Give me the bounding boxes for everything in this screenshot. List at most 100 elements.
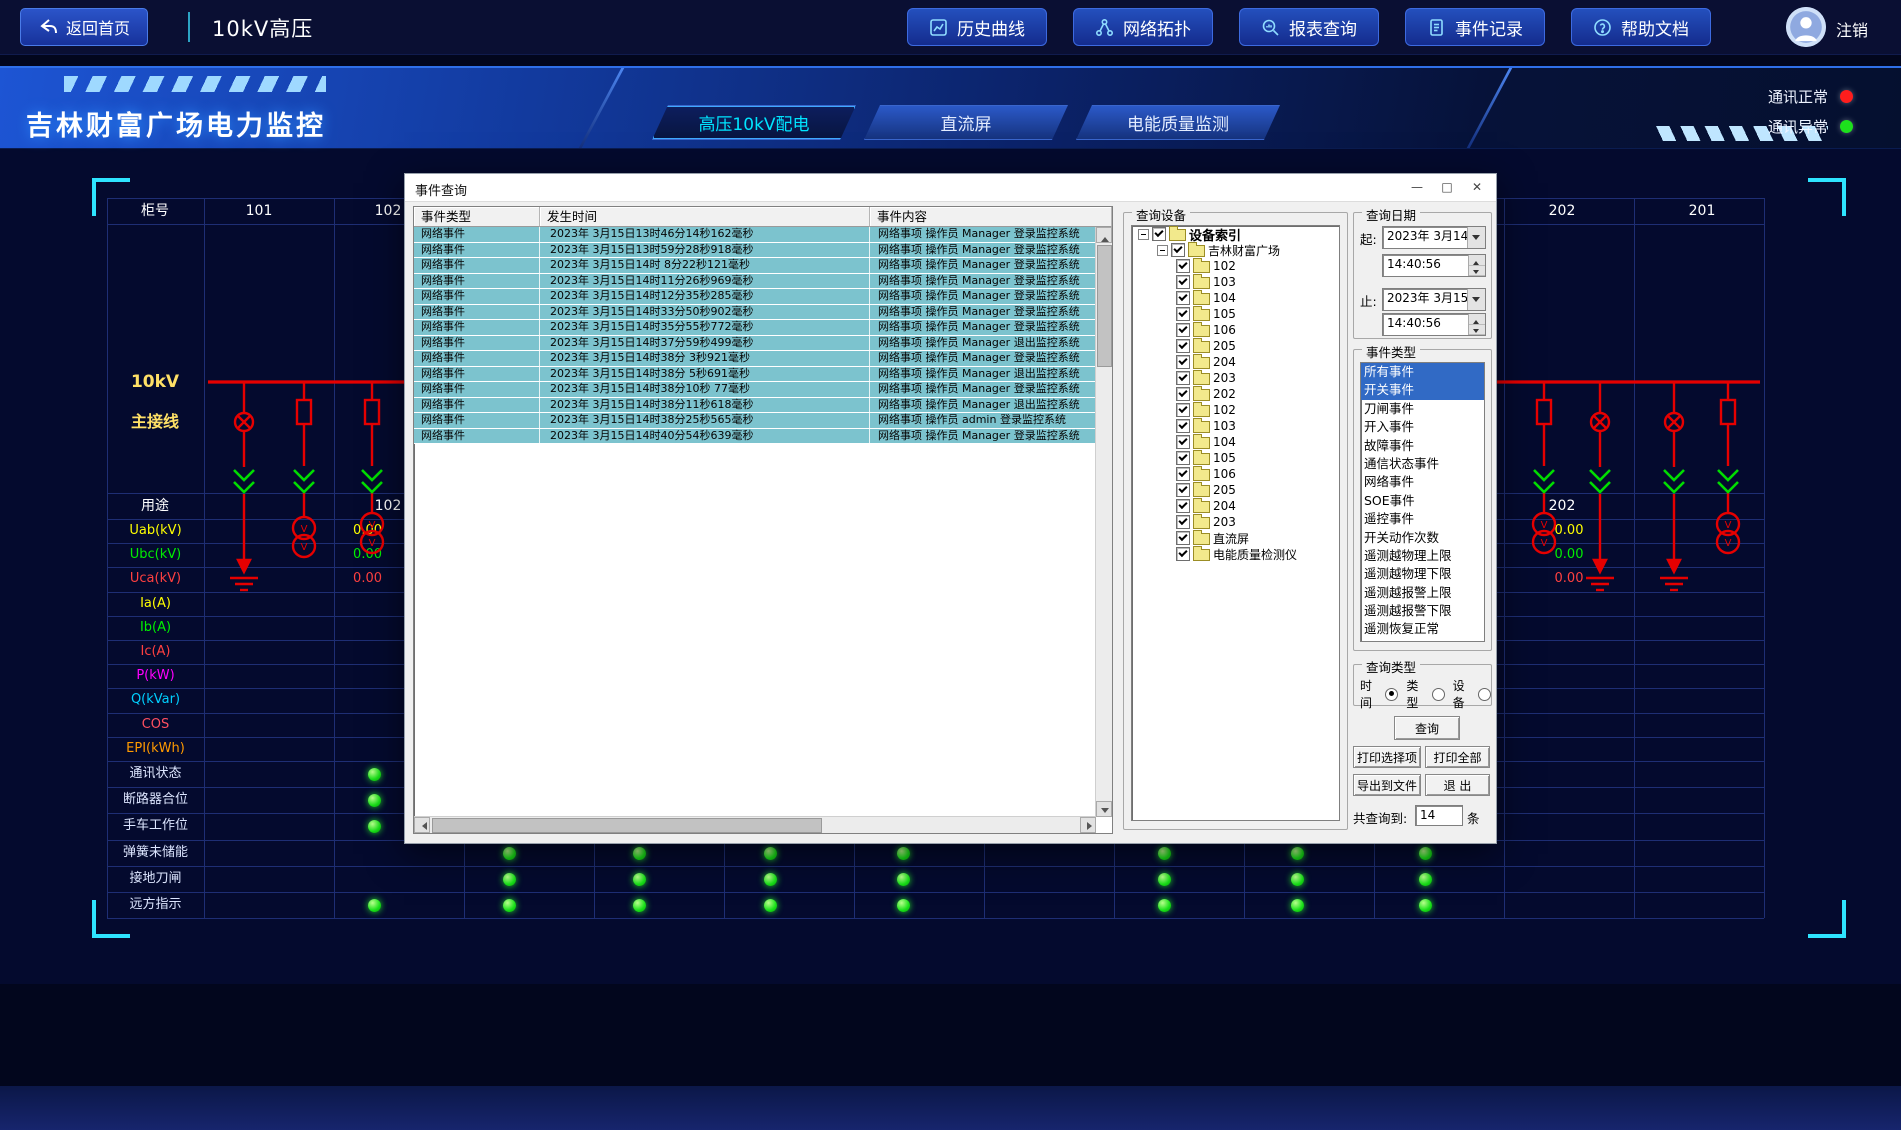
event-type-option[interactable]: SOE事件 [1361, 492, 1484, 510]
vertical-scrollbar[interactable] [1095, 227, 1112, 817]
query-button[interactable]: 查询 [1394, 716, 1460, 740]
checkbox[interactable] [1176, 515, 1190, 529]
checkbox[interactable] [1176, 259, 1190, 273]
tree-item[interactable]: 103 [1132, 274, 1339, 290]
event-row[interactable]: 网络事件 2023年 3月15日14时11分26秒969毫秒 网络事项 操作员 … [414, 274, 1096, 290]
checkbox[interactable] [1176, 531, 1190, 545]
expander-icon[interactable] [1157, 245, 1168, 256]
event-row[interactable]: 网络事件 2023年 3月15日14时35分55秒772毫秒 网络事项 操作员 … [414, 320, 1096, 336]
scroll-down-icon[interactable] [1096, 801, 1112, 817]
tree-item[interactable]: 设备索引 [1132, 226, 1339, 242]
start-time-spinner[interactable]: 14:40:56 [1382, 254, 1486, 277]
event-row[interactable]: 网络事件 2023年 3月15日13时59分28秒918毫秒 网络事项 操作员 … [414, 243, 1096, 259]
tree-item[interactable]: 203 [1132, 514, 1339, 530]
event-row[interactable]: 网络事件 2023年 3月15日13时46分14秒162毫秒 网络事项 操作员 … [414, 227, 1096, 243]
checkbox[interactable] [1176, 403, 1190, 417]
column-header[interactable]: 事件类型 [414, 207, 540, 227]
end-time-spinner[interactable]: 14:40:56 [1382, 313, 1486, 336]
column-header[interactable]: 发生时间 [540, 207, 870, 227]
event-type-option[interactable]: 故障事件 [1361, 437, 1484, 455]
dialog-titlebar[interactable]: 事件查询 — □ ✕ [405, 174, 1496, 202]
event-type-option[interactable]: 所有事件 [1361, 363, 1484, 381]
tree-item[interactable]: 直流屏 [1132, 530, 1339, 546]
checkbox[interactable] [1152, 227, 1166, 241]
event-row[interactable]: 网络事件 2023年 3月15日14时38分 5秒691毫秒 网络事项 操作员 … [414, 367, 1096, 383]
event-row[interactable]: 网络事件 2023年 3月15日14时38分25秒565毫秒 网络事项 操作员 … [414, 413, 1096, 429]
event-row[interactable]: 网络事件 2023年 3月15日14时37分59秒499毫秒 网络事项 操作员 … [414, 336, 1096, 352]
export-file-button[interactable]: 导出到文件 [1353, 774, 1421, 796]
network-topology-button[interactable]: 网络拓扑 [1073, 8, 1213, 46]
checkbox[interactable] [1176, 499, 1190, 513]
column-header[interactable]: 事件内容 [870, 207, 1112, 227]
event-row[interactable]: 网络事件 2023年 3月15日14时 8分22秒121毫秒 网络事项 操作员 … [414, 258, 1096, 274]
tab[interactable]: 电能质量监测 [1076, 105, 1280, 140]
event-type-option[interactable]: 遥测越报警下限 [1361, 602, 1484, 620]
tab[interactable]: 直流屏 [864, 105, 1068, 140]
tree-item[interactable]: 电能质量检测仪 [1132, 546, 1339, 562]
tree-item[interactable]: 102 [1132, 402, 1339, 418]
tree-item[interactable]: 204 [1132, 354, 1339, 370]
tree-item[interactable]: 202 [1132, 386, 1339, 402]
print-selected-button[interactable]: 打印选择项 [1353, 746, 1421, 768]
tree-item[interactable]: 104 [1132, 290, 1339, 306]
scrollbar-thumb[interactable] [432, 818, 822, 833]
tree-item[interactable]: 106 [1132, 466, 1339, 482]
event-type-option[interactable]: 开关事件 [1361, 381, 1484, 399]
query-type-radio[interactable]: 类型 [1406, 677, 1444, 711]
checkbox[interactable] [1176, 387, 1190, 401]
event-type-option[interactable]: 开入事件 [1361, 418, 1484, 436]
event-row[interactable]: 网络事件 2023年 3月15日14时40分54秒639毫秒 网络事项 操作员 … [414, 429, 1096, 445]
event-type-option[interactable]: 开关动作次数 [1361, 529, 1484, 547]
query-type-radio[interactable]: 时间 [1360, 677, 1398, 711]
event-type-option[interactable]: 遥测越报警上限 [1361, 584, 1484, 602]
tree-item[interactable]: 205 [1132, 482, 1339, 498]
checkbox[interactable] [1176, 419, 1190, 433]
tree-item[interactable]: 106 [1132, 322, 1339, 338]
close-icon[interactable]: ✕ [1462, 177, 1492, 197]
spin-up-icon[interactable] [1469, 255, 1485, 266]
user-avatar[interactable] [1786, 7, 1826, 47]
checkbox[interactable] [1176, 355, 1190, 369]
end-date-select[interactable]: 2023年 3月15日 [1382, 288, 1486, 311]
checkbox[interactable] [1176, 291, 1190, 305]
tree-item[interactable]: 105 [1132, 450, 1339, 466]
expander-icon[interactable] [1138, 229, 1149, 240]
minimize-icon[interactable]: — [1402, 177, 1432, 197]
checkbox[interactable] [1176, 547, 1190, 561]
tree-item[interactable]: 203 [1132, 370, 1339, 386]
tree-item[interactable]: 205 [1132, 338, 1339, 354]
print-all-button[interactable]: 打印全部 [1425, 746, 1490, 768]
spin-down-icon[interactable] [1469, 266, 1485, 277]
dropdown-arrow-icon[interactable] [1467, 227, 1485, 248]
checkbox[interactable] [1176, 467, 1190, 481]
help-doc-button[interactable]: 帮助文档 [1571, 8, 1711, 46]
event-row[interactable]: 网络事件 2023年 3月15日14时12分35秒285毫秒 网络事项 操作员 … [414, 289, 1096, 305]
checkbox[interactable] [1176, 307, 1190, 321]
maximize-icon[interactable]: □ [1432, 177, 1462, 197]
checkbox[interactable] [1176, 371, 1190, 385]
event-type-option[interactable]: 网络事件 [1361, 473, 1484, 491]
checkbox[interactable] [1176, 339, 1190, 353]
event-row[interactable]: 网络事件 2023年 3月15日14时38分 3秒921毫秒 网络事项 操作员 … [414, 351, 1096, 367]
tree-item[interactable]: 吉林财富广场 [1132, 242, 1339, 258]
event-row[interactable]: 网络事件 2023年 3月15日14时33分50秒902毫秒 网络事项 操作员 … [414, 305, 1096, 321]
scroll-up-icon[interactable] [1096, 227, 1112, 243]
tree-item[interactable]: 105 [1132, 306, 1339, 322]
tree-item[interactable]: 204 [1132, 498, 1339, 514]
event-row[interactable]: 网络事件 2023年 3月15日14时38分10秒 77毫秒 网络事项 操作员 … [414, 382, 1096, 398]
scrollbar-thumb[interactable] [1097, 245, 1112, 367]
back-home-button[interactable]: 返回首页 [20, 8, 148, 46]
scroll-right-icon[interactable] [1080, 817, 1096, 833]
event-type-option[interactable]: 刀闸事件 [1361, 400, 1484, 418]
scroll-left-icon[interactable] [414, 817, 430, 833]
event-record-button[interactable]: 事件记录 [1405, 8, 1545, 46]
checkbox[interactable] [1171, 243, 1185, 257]
tree-item[interactable]: 102 [1132, 258, 1339, 274]
event-type-option[interactable]: 遥测恢复正常 [1361, 620, 1484, 638]
checkbox[interactable] [1176, 451, 1190, 465]
checkbox[interactable] [1176, 275, 1190, 289]
logout-button[interactable]: 注销 [1836, 17, 1868, 41]
query-type-radio[interactable]: 设备 [1453, 677, 1491, 711]
history-curve-button[interactable]: 历史曲线 [907, 8, 1047, 46]
tree-item[interactable]: 104 [1132, 434, 1339, 450]
